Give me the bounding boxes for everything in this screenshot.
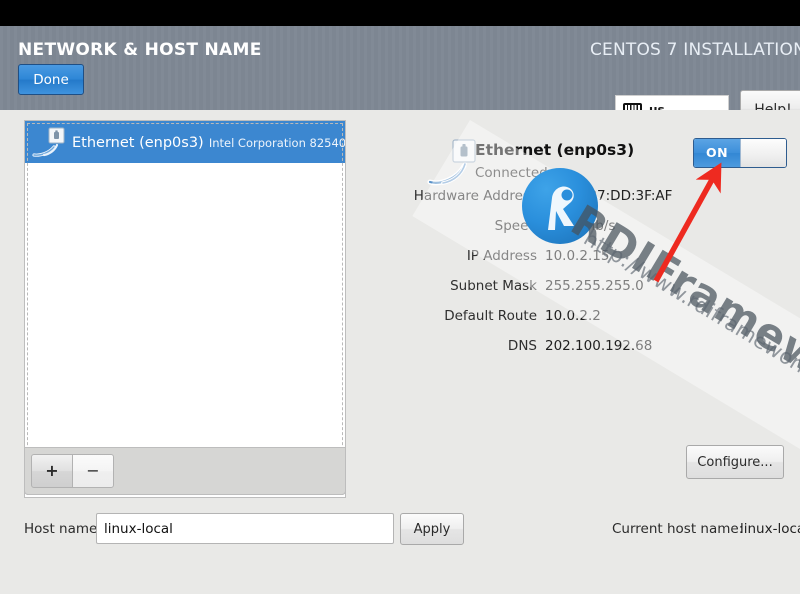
device-list-toolbar: + − — [24, 447, 346, 495]
property-value: 10.0.2.15 — [545, 248, 610, 264]
property-label: Subnet Mask — [450, 278, 537, 294]
current-hostname-value: linux-local — [740, 521, 800, 537]
detail-device-name: Ethernet (enp0s3) — [475, 141, 635, 159]
device-name: Ethernet (enp0s3) — [72, 135, 204, 151]
property-label: DNS — [507, 338, 537, 354]
keyboard-icon — [623, 103, 642, 110]
keyboard-layout-label: us — [649, 102, 665, 111]
hostname-input[interactable] — [96, 513, 394, 544]
keyboard-layout-indicator[interactable]: us — [615, 95, 729, 110]
device-properties: Hardware Address 08:00:27:DD:3F:AF Speed… — [362, 188, 800, 368]
property-label: IP Address — [466, 248, 537, 264]
current-hostname-label: Current host name: — [612, 521, 744, 537]
remove-device-button[interactable]: − — [72, 454, 114, 488]
property-row: Speed 1000 Mb/s — [362, 218, 800, 248]
property-value: 10.0.2.2 — [545, 308, 601, 324]
apply-button[interactable]: Apply — [400, 513, 464, 545]
property-label: Hardware Address — [413, 188, 537, 204]
property-row: IP Address 10.0.2.15 — [362, 248, 800, 278]
product-title: CENTOS 7 INSTALLATION — [589, 40, 800, 60]
installer-header: NETWORK & HOST NAME CENTOS 7 INSTALLATIO… — [0, 26, 800, 110]
property-value: 202.100.192.68 — [545, 338, 653, 354]
top-black-strip — [0, 0, 800, 26]
installer-screen: NETWORK & HOST NAME CENTOS 7 INSTALLATIO… — [0, 0, 800, 594]
list-item[interactable]: Ethernet (enp0s3) Intel Corporation 8254… — [25, 121, 345, 163]
property-row: Hardware Address 08:00:27:DD:3F:AF — [362, 188, 800, 218]
property-value: 255.255.255.0 — [545, 278, 644, 294]
toggle-knob[interactable] — [740, 139, 786, 167]
help-button[interactable]: Help! — [740, 90, 800, 110]
device-list[interactable]: Ethernet (enp0s3) Intel Corporation 8254… — [24, 120, 346, 498]
done-button[interactable]: Done — [18, 64, 84, 95]
configure-button[interactable]: Configure... — [686, 445, 784, 479]
detail-status: Connected — [475, 165, 548, 181]
property-value: 1000 Mb/s — [545, 218, 616, 234]
device-description: Intel Corporation 82540EM Gigabit Ethern… — [208, 136, 345, 150]
property-label: Default Route — [444, 308, 537, 324]
list-item-text: Ethernet (enp0s3) Intel Corporation 8254… — [72, 132, 345, 152]
toggle-on-label: ON — [694, 139, 740, 167]
property-value: 08:00:27:DD:3F:AF — [545, 188, 673, 204]
hostname-label: Host name: — [24, 521, 102, 537]
ethernet-icon — [32, 125, 66, 159]
property-row: Default Route 10.0.2.2 — [362, 308, 800, 338]
network-toggle-switch[interactable]: ON — [693, 138, 787, 168]
focus-outline — [27, 123, 343, 495]
content-area: Ethernet (enp0s3) Intel Corporation 8254… — [0, 110, 800, 594]
page-title: NETWORK & HOST NAME — [18, 40, 262, 60]
ethernet-icon — [427, 138, 479, 188]
property-label: Speed — [494, 218, 537, 234]
add-device-button[interactable]: + — [31, 454, 73, 488]
property-row: DNS 202.100.192.68 — [362, 338, 800, 368]
property-row: Subnet Mask 255.255.255.0 — [362, 278, 800, 308]
